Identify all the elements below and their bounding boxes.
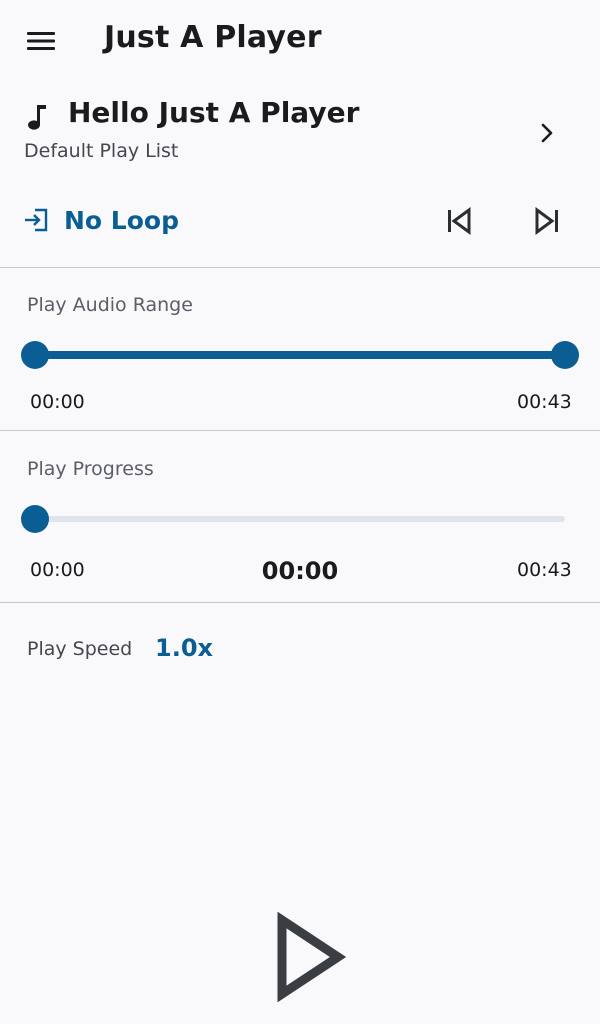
range-end-thumb[interactable]	[551, 341, 579, 369]
track-title: Hello Just A Player	[68, 96, 360, 129]
progress-track	[35, 516, 565, 522]
divider	[0, 267, 600, 268]
skip-previous-button[interactable]	[442, 204, 476, 238]
range-start-time: 00:00	[30, 391, 85, 413]
play-range-label: Play Audio Range	[27, 294, 193, 316]
progress-thumb[interactable]	[21, 505, 49, 533]
range-start-thumb[interactable]	[21, 341, 49, 369]
play-range-slider[interactable]	[21, 340, 579, 370]
divider	[0, 602, 600, 603]
menu-icon	[27, 32, 55, 50]
play-progress-slider[interactable]	[21, 504, 565, 534]
music-note-icon	[28, 105, 46, 130]
divider	[0, 430, 600, 431]
progress-start-time: 00:00	[30, 559, 85, 581]
skip-next-button[interactable]	[530, 204, 564, 238]
playlist-name: Default Play List	[24, 140, 179, 162]
app-bar: Just A Player	[0, 0, 600, 82]
loop-mode-label: No Loop	[64, 205, 179, 235]
play-icon	[277, 911, 347, 1003]
skip-next-icon	[535, 207, 558, 235]
menu-button[interactable]	[22, 26, 60, 56]
play-speed-value[interactable]: 1.0x	[155, 634, 213, 662]
play-speed-label: Play Speed	[27, 638, 133, 660]
current-track-row[interactable]: Hello Just A Player Default Play List	[0, 90, 600, 172]
app-root: Just A Player Hello Just A Player Defaul…	[0, 0, 600, 1024]
app-title: Just A Player	[104, 20, 322, 55]
progress-current-time: 00:00	[261, 557, 339, 585]
range-end-time: 00:43	[517, 391, 572, 413]
skip-previous-icon	[448, 207, 471, 235]
range-track-fill	[35, 351, 565, 359]
play-button[interactable]	[272, 911, 348, 1003]
progress-end-time: 00:43	[517, 559, 572, 581]
login-arrow-icon	[25, 208, 48, 232]
chevron-right-icon	[541, 123, 553, 143]
play-progress-label: Play Progress	[27, 458, 154, 480]
loop-mode-button[interactable]: No Loop	[22, 200, 179, 240]
